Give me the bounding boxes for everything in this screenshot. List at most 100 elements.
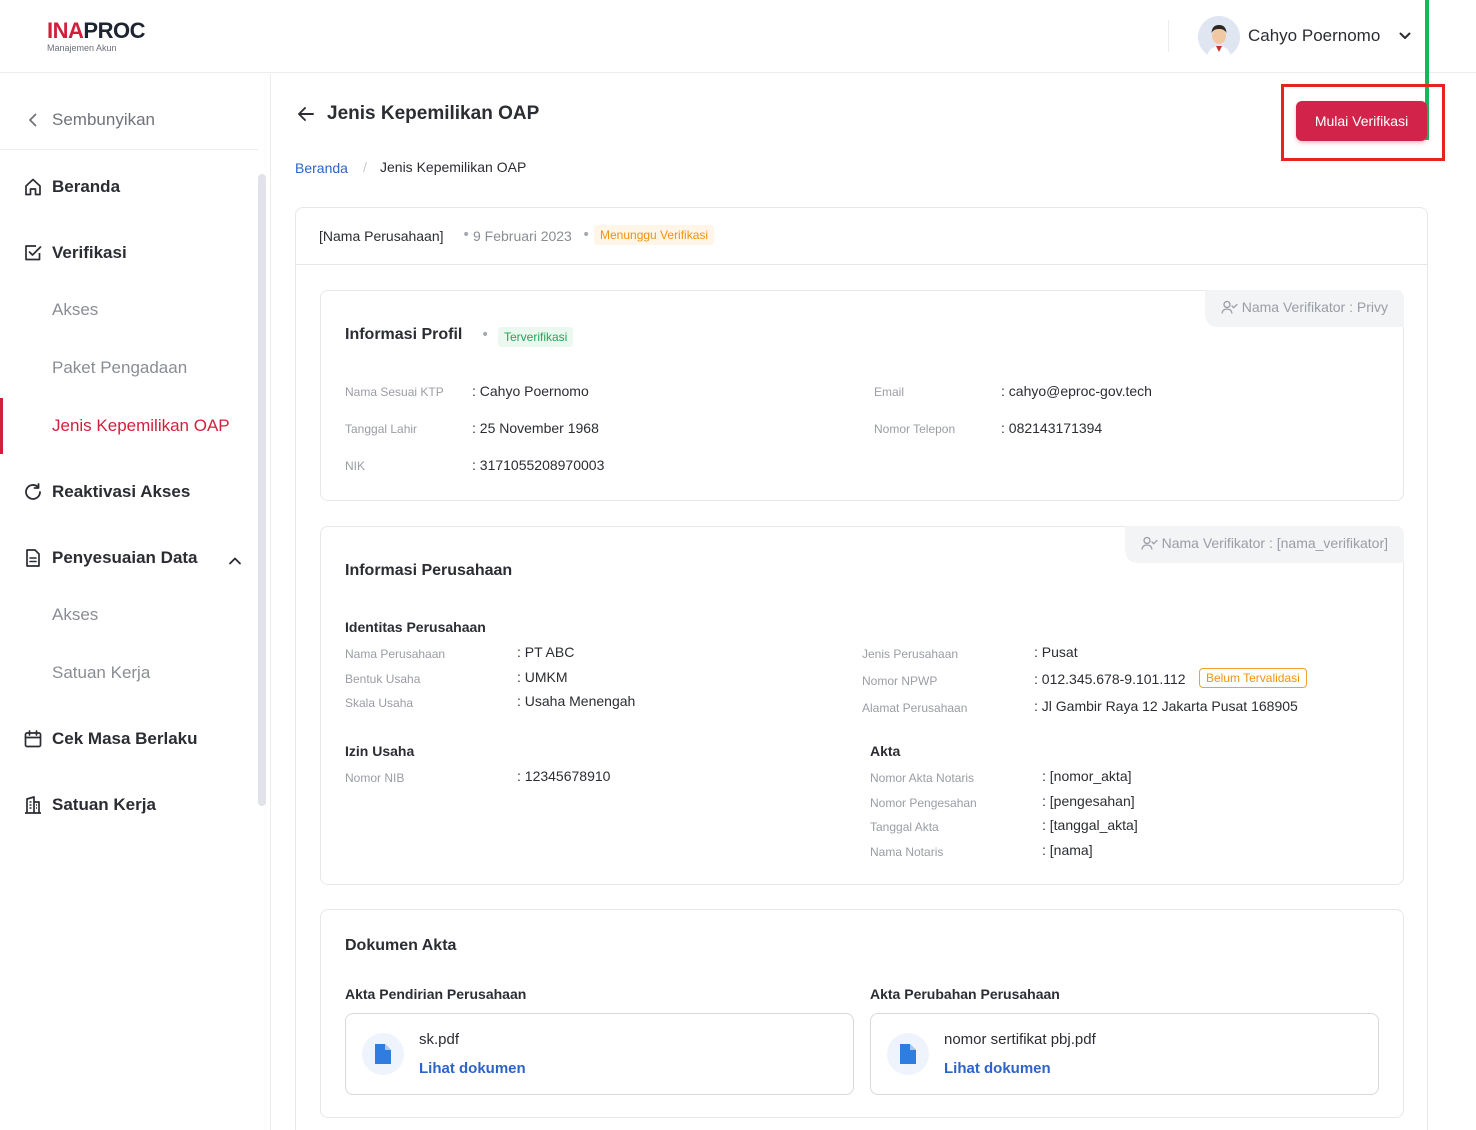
npwp-status-badge: Belum Tervalidasi: [1199, 668, 1307, 688]
field-value: : 25 November 1968: [472, 420, 599, 436]
user-check-icon: [1221, 300, 1238, 314]
field-label: Bentuk Usaha: [345, 672, 421, 686]
field-label: Nomor Telepon: [874, 422, 956, 436]
field-label: Jenis Perusahaan: [862, 647, 959, 661]
document-file-name: sk.pdf: [419, 1031, 460, 1048]
field-label: Skala Usaha: [345, 696, 414, 710]
field-value: : PT ABC: [517, 644, 575, 660]
view-document-link[interactable]: Lihat dokumen: [419, 1060, 526, 1077]
sidebar-subitem-paket-pengadaan[interactable]: Paket Pengadaan: [0, 348, 258, 388]
field-value: : cahyo@eproc-gov.tech: [1001, 383, 1152, 399]
logo-text-primary: INA: [47, 18, 84, 43]
sidebar-scrollbar[interactable]: [258, 174, 266, 806]
user-name[interactable]: Cahyo Poernomo: [1248, 26, 1380, 46]
refresh-icon: [23, 482, 43, 502]
home-icon: [23, 177, 43, 197]
sidebar-item-label: Jenis Kepemilikan OAP: [52, 416, 230, 435]
sidebar-hide-label: Sembunyikan: [52, 110, 156, 129]
highlight-box: [1281, 84, 1445, 161]
deed-title: Akta: [870, 743, 901, 759]
document-item: nomor sertifikat pbj.pdf Lihat dokumen: [870, 1013, 1379, 1095]
sidebar-item-label: Cek Masa Berlaku: [52, 729, 198, 748]
verifier-tag: Nama Verifikator : Privy: [1204, 290, 1404, 327]
verifier-text: Nama Verifikator : [nama_verifikator]: [1161, 535, 1388, 551]
document-icon: [23, 548, 43, 568]
sidebar-item-label: Satuan Kerja: [52, 795, 156, 814]
sidebar-item-penyesuaian-data[interactable]: Penyesuaian Data: [0, 538, 258, 578]
document-item: sk.pdf Lihat dokumen: [345, 1013, 854, 1095]
breadcrumb-separator: /: [363, 159, 367, 175]
sidebar-item-reaktivasi-akses[interactable]: Reaktivasi Akses: [0, 472, 258, 512]
active-indicator: [0, 398, 3, 454]
sidebar-item-satuan-kerja[interactable]: Satuan Kerja: [0, 785, 258, 825]
calendar-icon: [23, 729, 43, 749]
header-divider: [1168, 20, 1169, 52]
file-icon: [362, 1033, 404, 1075]
detail-card-header: [Nama Perusahaan] • 9 Februari 2023 • Me…: [296, 208, 1427, 265]
verifier-text: Nama Verifikator : Privy: [1241, 299, 1388, 315]
sidebar-item-cek-masa-berlaku[interactable]: Cek Masa Berlaku: [0, 719, 258, 759]
field-value: : 12345678910: [517, 768, 611, 784]
identity-title: Identitas Perusahaan: [345, 619, 486, 635]
field-value: : UMKM: [517, 669, 568, 685]
sidebar-item-label: Satuan Kerja: [52, 663, 151, 682]
sidebar: Sembunyikan Beranda Verifikasi Akses Pak…: [0, 74, 271, 1130]
field-label: NIK: [345, 459, 366, 473]
sidebar-item-label: Beranda: [52, 177, 121, 196]
field-value: : 082143171394: [1001, 420, 1103, 436]
chevron-up-icon[interactable]: [227, 552, 243, 571]
file-icon: [887, 1033, 929, 1075]
document-heading: Akta Pendirian Perusahaan: [345, 986, 527, 1002]
user-avatar[interactable]: [1198, 16, 1240, 58]
company-card: Nama Verifikator : [nama_verifikator] In…: [320, 526, 1404, 885]
page-title: Jenis Kepemilikan OAP: [327, 103, 540, 124]
field-value: : [tanggal_akta]: [1042, 817, 1138, 833]
sidebar-item-label: Reaktivasi Akses: [52, 482, 191, 501]
sidebar-subitem-akses[interactable]: Akses: [0, 290, 258, 330]
user-check-icon: [1140, 536, 1158, 550]
field-value: : 3171055208970003: [472, 457, 605, 473]
sidebar-hide-toggle[interactable]: Sembunyikan: [0, 74, 258, 150]
sidebar-subitem-satuan-kerja[interactable]: Satuan Kerja: [0, 653, 258, 693]
field-label: Nomor NIB: [345, 771, 405, 785]
detail-card: [Nama Perusahaan] • 9 Februari 2023 • Me…: [295, 207, 1428, 1130]
sidebar-item-label: Akses: [52, 605, 99, 624]
sidebar-item-label: Paket Pengadaan: [52, 358, 188, 377]
view-document-link[interactable]: Lihat dokumen: [944, 1060, 1051, 1077]
field-label: Nama Notaris: [870, 845, 944, 859]
profile-card: Nama Verifikator : Privy Informasi Profi…: [320, 290, 1404, 501]
sidebar-item-beranda[interactable]: Beranda: [0, 167, 258, 207]
sidebar-item-label: Akses: [52, 300, 99, 319]
sidebar-item-label: Penyesuaian Data: [52, 548, 198, 567]
documents-card: Dokumen Akta Akta Pendirian Perusahaan s…: [320, 909, 1404, 1118]
app-logo[interactable]: INAPROC Manajemen Akun: [47, 18, 145, 54]
field-value: : Pusat: [1034, 644, 1078, 660]
dot-separator: •: [582, 227, 591, 243]
verifier-tag: Nama Verifikator : [nama_verifikator]: [1124, 526, 1404, 563]
document-heading: Akta Perubahan Perusahaan: [870, 986, 1060, 1002]
field-label: Nama Perusahaan: [345, 647, 446, 661]
sidebar-subitem-akses-2[interactable]: Akses: [0, 595, 258, 635]
license-title: Izin Usaha: [345, 743, 415, 759]
chevron-down-icon[interactable]: [1398, 28, 1412, 47]
field-value: : [nomor_akta]: [1042, 768, 1132, 784]
documents-title: Dokumen Akta: [345, 937, 457, 954]
submission-date: 9 Februari 2023: [473, 228, 572, 244]
sidebar-subitem-jenis-kepemilikan-oap[interactable]: Jenis Kepemilikan OAP: [0, 398, 258, 454]
sidebar-item-verifikasi[interactable]: Verifikasi: [0, 233, 258, 273]
top-header: INAPROC Manajemen Akun Cahyo Poernomo: [0, 0, 1476, 73]
back-arrow-icon[interactable]: [296, 104, 316, 128]
field-value: : 012.345.678-9.101.112: [1034, 671, 1186, 687]
chevron-left-icon: [27, 112, 39, 131]
field-label: Alamat Perusahaan: [862, 701, 968, 715]
logo-text-secondary: PROC: [83, 18, 145, 43]
logo-subtitle: Manajemen Akun: [47, 43, 117, 53]
breadcrumb-home-link[interactable]: Beranda: [295, 160, 348, 176]
dot-separator: •: [462, 227, 471, 243]
field-value: : [nama]: [1042, 842, 1093, 858]
breadcrumb-current: Jenis Kepemilikan OAP: [380, 159, 527, 175]
sidebar-item-label: Verifikasi: [52, 243, 127, 262]
profile-status-badge: Terverifikasi: [498, 327, 574, 347]
dot-separator: •: [481, 327, 490, 343]
field-label: Nama Sesuai KTP: [345, 385, 444, 399]
